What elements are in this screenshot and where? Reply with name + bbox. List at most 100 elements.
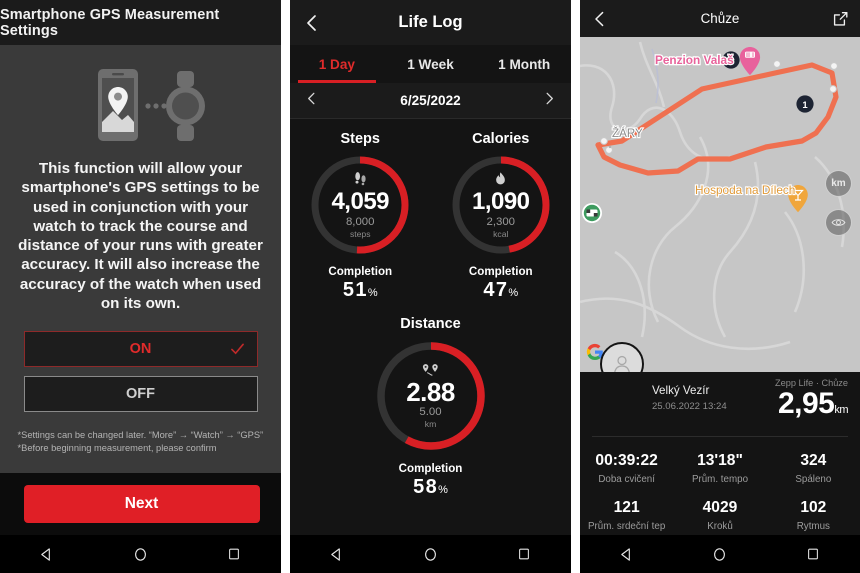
gps-description: This function will allow your smartphone… — [18, 160, 263, 313]
stats-row-1: 00:39:22 Doba cvičení 13'18" Prům. tempo… — [580, 447, 860, 494]
panel3-header: Chůze — [579, 0, 860, 37]
metric-distance-unit: km — [424, 418, 437, 429]
stat-steps-label: Kroků — [707, 521, 733, 532]
stat-avg-hr: 121 Prům. srdeční tep — [580, 494, 673, 541]
settings-note: *Settings can be changed later. “More” →… — [17, 430, 264, 453]
page-title: Chůze — [700, 11, 740, 26]
tab-1-month[interactable]: 1 Month — [477, 45, 571, 83]
nav-home-button[interactable] — [407, 535, 453, 573]
nav-recents-button[interactable] — [790, 535, 836, 573]
back-button[interactable] — [591, 10, 609, 28]
map-visibility-button[interactable] — [824, 209, 852, 236]
stat-cadence-label: Rytmus — [796, 521, 830, 532]
chevron-left-icon — [595, 11, 604, 26]
square-recents-icon — [229, 548, 240, 560]
tab-1-day[interactable]: 1 Day — [290, 45, 384, 83]
metric-distance-title: Distance — [400, 316, 461, 332]
nav-home-button[interactable] — [118, 535, 164, 573]
metric-distance-goal: 5.00 — [419, 405, 442, 418]
nav-back-button[interactable] — [604, 535, 650, 573]
gps-option-off[interactable]: OFF — [23, 376, 258, 413]
external-link-icon — [833, 11, 848, 26]
panel-life-log: Life Log 1 Day 1 Week 1 Month 6/25/2022 — [289, 0, 572, 573]
footprints-icon — [355, 171, 366, 185]
current-date: 6/25/2022 — [400, 93, 461, 108]
stat-avg-pace-value: 13'18" — [697, 452, 743, 469]
km-marker-1: 1 — [796, 95, 814, 113]
activity-map[interactable]: 1 2 Penzion Valaš ŽÁRY Hospoda na Dílech… — [579, 37, 860, 372]
metric-calories-completion-unit: % — [508, 287, 519, 299]
three-phone-screenshot-composite: Smartphone GPS Measurement Settings This… — [0, 0, 860, 573]
chevron-left-icon — [308, 92, 315, 104]
nav-back-button[interactable] — [24, 535, 70, 573]
android-navbar-2 — [289, 535, 572, 573]
panel1-titlebar: Smartphone GPS Measurement Settings — [0, 0, 282, 45]
stat-avg-pace: 13'18" Prům. tempo — [673, 447, 766, 494]
android-navbar-1 — [0, 535, 282, 573]
metric-steps[interactable]: Steps 4,059 8,000 steps Completion 51% — [294, 131, 426, 302]
next-button[interactable]: Next — [23, 485, 260, 523]
start-marker — [581, 203, 602, 223]
panel2-header: Life Log — [289, 0, 572, 45]
activity-stats-grid: 00:39:22 Doba cvičení 13'18" Prům. tempo… — [580, 437, 860, 541]
triangle-back-icon — [621, 547, 631, 561]
map-label-zary: ŽÁRY — [612, 127, 643, 140]
tab-1-week[interactable]: 1 Week — [384, 45, 478, 83]
person-icon — [614, 355, 630, 372]
metric-distance-completion-value: 58 — [413, 476, 439, 498]
nav-back-button[interactable] — [314, 535, 360, 573]
date-navigation: 6/25/2022 — [289, 83, 572, 119]
date-next-button[interactable] — [542, 91, 557, 111]
metric-steps-ring: 4,059 8,000 steps — [308, 153, 412, 257]
metric-calories-goal: 2,300 — [486, 215, 515, 228]
stat-steps-value: 4029 — [702, 499, 738, 516]
metric-distance-ring: 2.88 5.00 km — [373, 338, 489, 454]
page-title: Smartphone GPS Measurement Settings — [0, 6, 220, 39]
gps-option-on-label: ON — [129, 341, 152, 358]
circle-home-icon — [714, 547, 726, 561]
stat-avg-hr-label: Prům. srdeční tep — [587, 521, 666, 532]
square-recents-icon — [519, 548, 530, 560]
map-canvas: 1 2 Penzion Valaš ŽÁRY Hospoda na Dílech — [579, 37, 860, 372]
map-unit-label: km — [831, 178, 846, 189]
activity-summary: Velký Vezír 25.06.2022 13:24 Zepp Life ·… — [579, 372, 860, 434]
period-tabs: 1 Day 1 Week 1 Month — [289, 45, 572, 83]
back-button[interactable] — [302, 13, 322, 33]
stat-calories: 324 Spáleno — [767, 447, 860, 494]
metric-steps-goal: 8,000 — [345, 215, 375, 228]
metric-calories-completion-label: Completion — [468, 265, 533, 278]
metric-distance[interactable]: Distance 2.88 5.00 km Completion 58% — [290, 316, 571, 499]
gps-option-on[interactable]: ON — [23, 331, 258, 368]
metric-distance-completion-label: Completion — [398, 462, 463, 475]
date-prev-button[interactable] — [304, 91, 319, 111]
panel-gps-settings: Smartphone GPS Measurement Settings This… — [0, 0, 282, 573]
share-button[interactable] — [832, 10, 849, 27]
triangle-back-icon — [331, 547, 341, 561]
metric-distance-completion-unit: % — [438, 484, 448, 496]
metric-steps-completion: 51% — [343, 279, 378, 302]
total-distance-value: 2,95 — [777, 387, 835, 420]
map-label-penzion: Penzion Valaš — [655, 53, 734, 67]
triangle-back-icon — [41, 547, 51, 561]
metric-steps-value: 4,059 — [331, 187, 390, 215]
chevron-left-icon — [307, 14, 316, 31]
metric-steps-completion-unit: % — [367, 287, 378, 299]
panel-activity-detail: Chůze 1 2 Penzion Valaš ŽÁRY Hospoda na … — [579, 0, 860, 573]
metric-steps-title: Steps — [340, 131, 380, 147]
metric-calories-unit: kcal — [493, 228, 509, 239]
stat-steps: 4029 Kroků — [673, 494, 766, 541]
nav-recents-button[interactable] — [211, 535, 257, 573]
nav-recents-button[interactable] — [501, 535, 547, 573]
metric-calories-value: 1,090 — [471, 187, 530, 215]
metric-calories[interactable]: Calories 1,090 2,300 kcal Completion 47% — [435, 131, 567, 302]
flame-icon — [496, 171, 506, 184]
map-unit-button[interactable]: km — [824, 170, 852, 197]
stat-calories-label: Spáleno — [795, 474, 832, 485]
nav-home-button[interactable] — [697, 535, 743, 573]
panel-gap-1 — [281, 0, 290, 573]
metrics-content: Steps 4,059 8,000 steps Completion 51% C… — [289, 119, 572, 535]
stat-avg-hr-value: 121 — [613, 499, 640, 516]
checkmark-icon — [230, 343, 244, 355]
total-distance: 2,95km — [775, 387, 849, 426]
stat-duration-label: Doba cvičení — [598, 474, 655, 485]
